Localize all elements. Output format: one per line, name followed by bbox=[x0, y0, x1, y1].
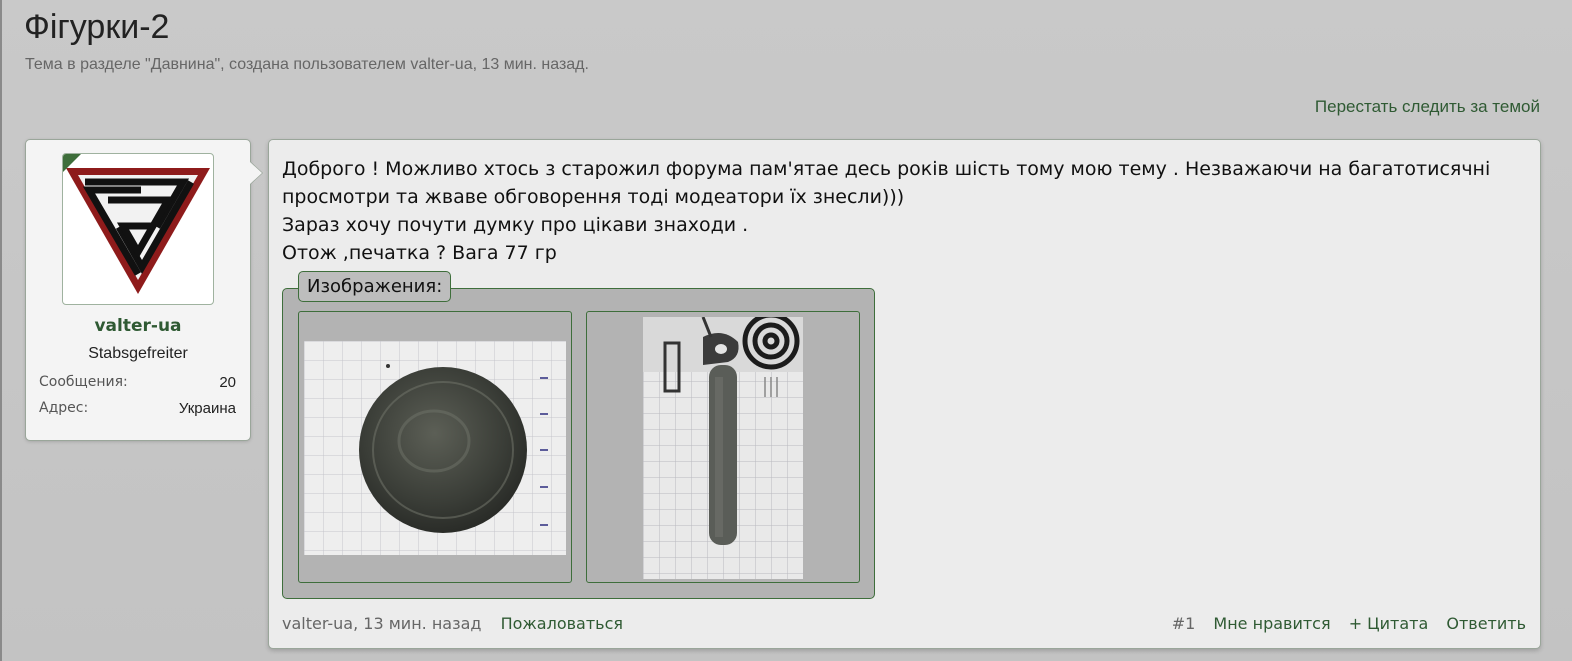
window-edge bbox=[0, 0, 2, 661]
reply-link[interactable]: Ответить bbox=[1446, 614, 1526, 633]
post-line: просмотри та жваве обговорення тоді моде… bbox=[282, 186, 905, 208]
round-seal-photo bbox=[304, 341, 566, 555]
attachment-thumbnail[interactable] bbox=[586, 311, 860, 583]
username-link[interactable]: valter-ua bbox=[26, 316, 250, 336]
stat-label: Адрес: bbox=[39, 400, 89, 416]
attachments-block: Изображения: bbox=[282, 271, 875, 599]
stat-label: Сообщения: bbox=[39, 374, 128, 390]
attachment-thumbnail[interactable] bbox=[298, 311, 572, 583]
user-rank: Stabsgefreiter bbox=[88, 345, 188, 362]
attachments-label: Изображения: bbox=[298, 271, 452, 302]
stat-value[interactable]: 20 bbox=[219, 374, 236, 391]
thread-description: Тема в разделе "Давнина", создана пользо… bbox=[25, 56, 589, 73]
user-info-card: valter-ua Stabsgefreiter Сообщения: 20 А… bbox=[25, 139, 263, 441]
card-arrow bbox=[250, 162, 262, 184]
post-line: Отож ,печатка ? Вага 77 гр bbox=[282, 242, 557, 264]
stat-messages: Сообщения: 20 bbox=[39, 374, 236, 391]
post-line: Доброго ! Можливо хтось з старожил форум… bbox=[282, 158, 1491, 180]
post-body: Доброго ! Можливо хтось з старожил форум… bbox=[282, 155, 1526, 267]
like-link[interactable]: Мне нравится bbox=[1213, 614, 1330, 633]
quote-link[interactable]: + Цитата bbox=[1349, 614, 1429, 633]
triskelion-emblem-icon bbox=[66, 168, 210, 294]
post-author-date[interactable]: valter-ua, 13 мин. назад bbox=[282, 614, 481, 633]
post-number-link[interactable]: #1 bbox=[1172, 614, 1196, 633]
report-link[interactable]: Пожаловаться bbox=[501, 614, 623, 633]
stat-location: Адрес: Украина bbox=[39, 400, 236, 417]
avatar[interactable] bbox=[62, 153, 214, 305]
unwatch-thread-link[interactable]: Перестать следить за темой bbox=[1315, 97, 1540, 117]
post-actions: #1 Мне нравится + Цитата Ответить bbox=[1159, 614, 1526, 633]
seal-side-photo bbox=[643, 317, 803, 579]
thread-title: Фігурки-2 bbox=[24, 8, 170, 46]
post-line: Зараз хочу почути думку про цікави знахо… bbox=[282, 214, 749, 236]
post-message: Доброго ! Можливо хтось з старожил форум… bbox=[268, 139, 1541, 649]
avatar-online-corner bbox=[63, 154, 81, 172]
post-footer: valter-ua, 13 мин. назад Пожаловаться #1… bbox=[282, 614, 1526, 636]
stat-value[interactable]: Украина bbox=[179, 400, 236, 417]
